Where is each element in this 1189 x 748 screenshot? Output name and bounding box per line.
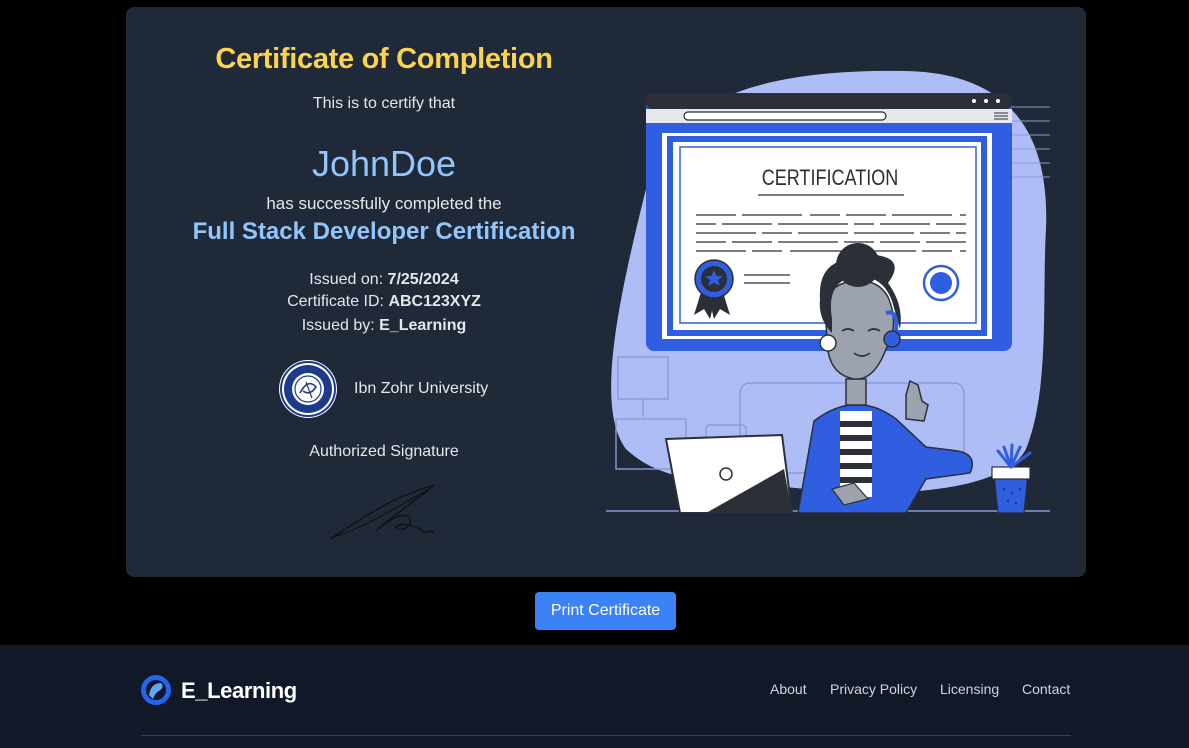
certificate-illustration: CERTIFICATION — [606, 70, 1050, 513]
site-footer: E_Learning About Privacy Policy Licensin… — [0, 645, 1189, 748]
footer-link-privacy-policy[interactable]: Privacy Policy — [830, 681, 917, 697]
issued-on-label: Issued on: — [309, 271, 384, 288]
certificate-id-label: Certificate ID: — [287, 293, 384, 310]
course-name: Full Stack Developer Certification — [192, 218, 576, 245]
footer-link-licensing[interactable]: Licensing — [940, 681, 999, 697]
authorized-signature-label: Authorized Signature — [309, 443, 459, 460]
university-name: Ibn Zohr University — [354, 380, 489, 397]
certificate-id-value: ABC123XYZ — [388, 293, 481, 310]
issued-by: Issued by: E_Learning — [126, 317, 642, 335]
print-certificate-button[interactable]: Print Certificate — [535, 592, 676, 630]
completed-text: has successfully completed the — [266, 194, 502, 213]
certificate-title: Certificate of Completion — [215, 43, 553, 75]
footer-link-contact[interactable]: Contact — [1022, 681, 1070, 697]
footer-brand[interactable]: E_Learning — [181, 678, 297, 704]
footer-link-about[interactable]: About — [770, 681, 807, 697]
certificate-text-panel: Certificate of Completion This is to cer… — [126, 7, 642, 577]
issued-on-value: 7/25/2024 — [387, 271, 459, 288]
issued-by-label: Issued by: — [301, 317, 375, 334]
e-learning-logo-icon[interactable] — [141, 675, 171, 705]
footer-divider — [141, 735, 1071, 736]
illustration-heading: CERTIFICATION — [762, 166, 899, 190]
certificate-id: Certificate ID: ABC123XYZ — [126, 293, 642, 311]
recipient-name: JohnDoe — [311, 143, 457, 184]
certificate-card: Certificate of Completion This is to cer… — [126, 7, 1086, 577]
signature-image — [329, 484, 435, 540]
certify-text: This is to certify that — [312, 95, 456, 112]
issued-on: Issued on: 7/25/2024 — [126, 271, 642, 289]
issued-by-value: E_Learning — [379, 317, 467, 334]
university-seal-icon — [279, 360, 337, 418]
